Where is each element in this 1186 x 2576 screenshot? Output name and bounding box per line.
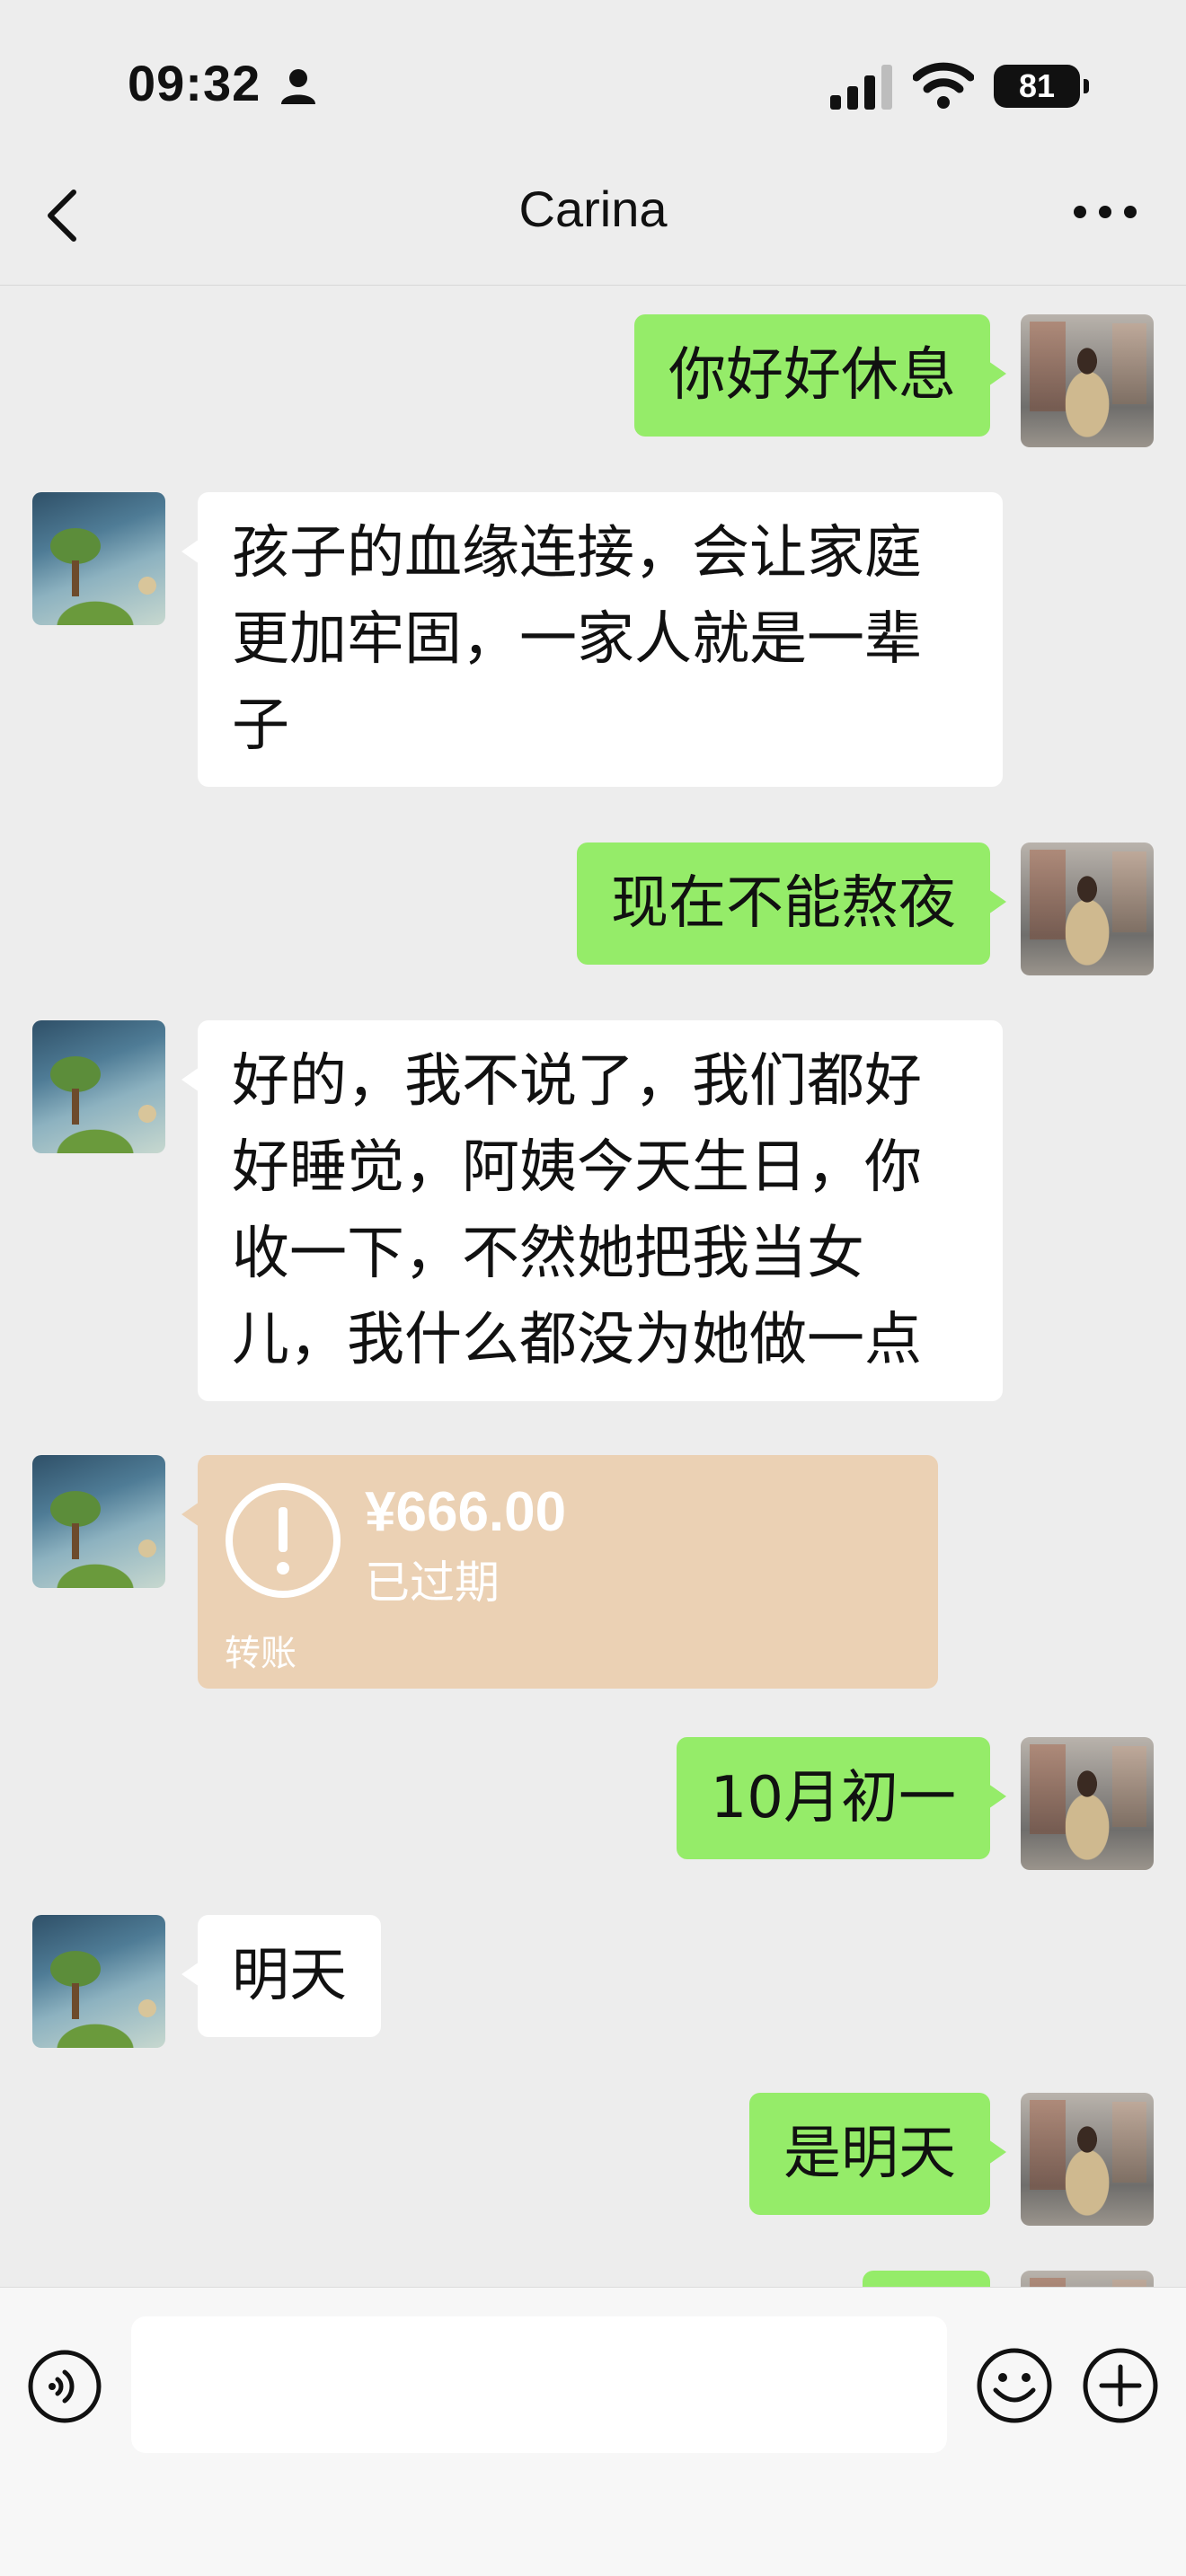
battery-indicator: 81 bbox=[994, 65, 1089, 108]
my-avatar[interactable] bbox=[1021, 842, 1154, 975]
message-text: 是明天 bbox=[783, 2121, 956, 2187]
status-bar: 09:32 81 bbox=[0, 0, 1186, 162]
transfer-status: 已过期 bbox=[365, 1557, 500, 1609]
more-options-icon[interactable] bbox=[1069, 194, 1141, 230]
transfer-label: 转账 bbox=[225, 1633, 296, 1674]
contact-avatar[interactable] bbox=[32, 492, 165, 625]
message-line: 更加牢固，一家人就是一辈 bbox=[232, 606, 922, 673]
message-bubble-sent[interactable]: 10月初一 bbox=[676, 1737, 1007, 1859]
message-bubble-received[interactable]: 孩子的血缘连接，会让家庭 更加牢固，一家人就是一辈 子 bbox=[181, 492, 1003, 787]
emoji-icon[interactable] bbox=[976, 2347, 1053, 2424]
message-input[interactable] bbox=[131, 2316, 947, 2453]
message-text: 10月初一 bbox=[710, 1765, 956, 1831]
message-bubble-received[interactable]: 好的，我不说了，我们都好 好睡觉，阿姨今天生日，你 收一下，不然她把我当女 儿，… bbox=[181, 1020, 1003, 1401]
chat-header: Carina bbox=[0, 144, 1186, 286]
chat-input-bar bbox=[0, 2287, 1186, 2576]
status-time: 09:32 bbox=[128, 55, 261, 111]
my-avatar[interactable] bbox=[1021, 314, 1154, 447]
wifi-icon bbox=[913, 62, 974, 109]
message-bubble-sent[interactable]: 是明天 bbox=[749, 2093, 1006, 2215]
contact-avatar[interactable] bbox=[32, 1020, 165, 1153]
message-text: 你好好休息 bbox=[668, 342, 956, 409]
cellular-signal-icon bbox=[830, 65, 892, 110]
message-line: 孩子的血缘连接，会让家庭 bbox=[232, 520, 922, 587]
message-line: 好睡觉，阿姨今天生日，你 bbox=[232, 1134, 922, 1201]
contact-avatar[interactable] bbox=[32, 1455, 165, 1588]
message-line: 收一下，不然她把我当女 bbox=[232, 1221, 864, 1287]
contact-avatar[interactable] bbox=[32, 1915, 165, 2048]
message-text: 现在不能熬夜 bbox=[611, 870, 956, 937]
plus-icon[interactable] bbox=[1082, 2347, 1159, 2424]
message-line: 好的，我不说了，我们都好 bbox=[232, 1048, 922, 1115]
message-line: 子 bbox=[232, 693, 289, 759]
voice-input-icon[interactable] bbox=[27, 2349, 102, 2424]
battery-level: 81 bbox=[1018, 67, 1056, 104]
message-bubble-sent[interactable]: 现在不能熬夜 bbox=[577, 842, 1006, 965]
transfer-card[interactable]: ¥666.00 已过期 转账 bbox=[181, 1455, 938, 1689]
message-line: 儿，我什么都没为她做一点 bbox=[232, 1307, 922, 1373]
person-icon bbox=[281, 69, 315, 104]
message-text: 明天 bbox=[232, 1943, 347, 2009]
message-bubble-sent[interactable]: 你好好休息 bbox=[634, 314, 1006, 437]
my-avatar[interactable] bbox=[1021, 2093, 1154, 2226]
transfer-amount: ¥666.00 bbox=[365, 1481, 567, 1543]
expired-exclamation-icon bbox=[226, 1483, 341, 1598]
chat-title: Carina bbox=[518, 181, 668, 237]
my-avatar[interactable] bbox=[1021, 1737, 1154, 1870]
message-bubble-received[interactable]: 明天 bbox=[181, 1915, 381, 2037]
